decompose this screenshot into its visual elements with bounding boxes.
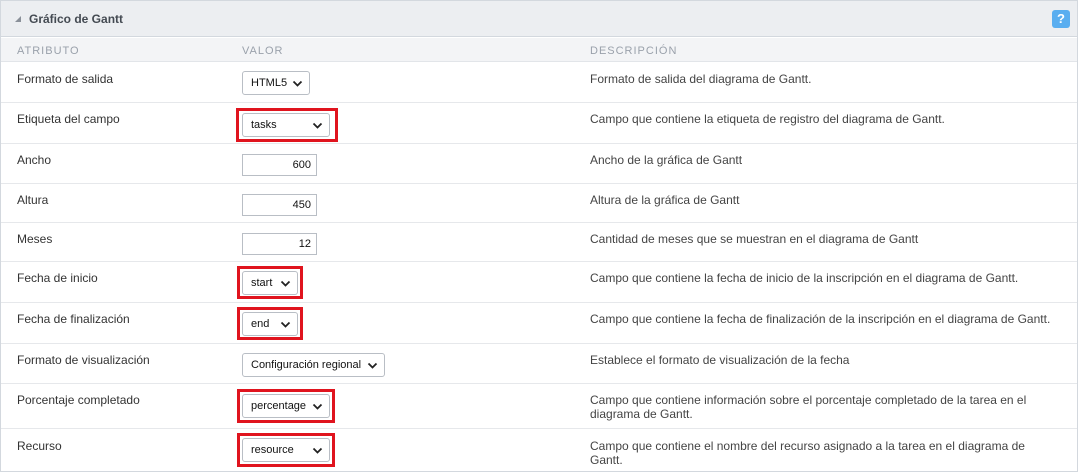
row-label: Recurso	[17, 439, 62, 453]
panel-title: Gráfico de Gantt	[29, 12, 124, 26]
row-label: Etiqueta del campo	[17, 112, 120, 126]
resource-select[interactable]: resource	[242, 438, 330, 462]
select-value: HTML5	[251, 77, 288, 89]
row-label: Meses	[17, 232, 53, 246]
row-description: Campo que contiene la etiqueta de regist…	[590, 112, 945, 126]
row-label: Altura	[17, 193, 49, 207]
chevron-down-icon	[312, 447, 323, 454]
row-description: Formato de salida del diagrama de Gantt.	[590, 72, 812, 86]
output-format-select[interactable]: HTML5	[242, 71, 310, 95]
select-value: start	[251, 277, 273, 289]
chevron-down-icon	[280, 280, 291, 287]
months-input[interactable]: 12	[242, 233, 317, 255]
row-description: Establece el formato de visualización de…	[590, 353, 850, 367]
panel-header[interactable]: Gráfico de Gantt ?	[1, 1, 1077, 37]
row-description: Altura de la gráfica de Gantt	[590, 193, 740, 207]
select-value: percentage	[251, 400, 307, 412]
row-label: Fecha de finalización	[17, 312, 130, 326]
column-header-description: DESCRIPCIÓN	[590, 45, 678, 57]
percent-complete-select[interactable]: percentage	[242, 394, 330, 418]
table-row: Formato de salida HTML5 Formato de salid…	[1, 63, 1077, 103]
table-row: Altura 450 Altura de la gráfica de Gantt	[1, 184, 1077, 223]
chevron-down-icon	[367, 362, 378, 369]
display-format-select[interactable]: Configuración regional	[242, 353, 385, 377]
column-header-attribute: ATRIBUTO	[17, 45, 80, 57]
table-header: ATRIBUTO VALOR DESCRIPCIÓN	[1, 38, 1077, 62]
field-label-select[interactable]: tasks	[242, 113, 330, 137]
row-description: Campo que contiene el nombre del recurso…	[590, 439, 1025, 467]
row-description: Campo que contiene la fecha de finalizac…	[590, 312, 1051, 326]
row-description: Campo que contiene información sobre el …	[590, 393, 1027, 421]
width-input[interactable]: 600	[242, 154, 317, 176]
column-header-value: VALOR	[242, 45, 284, 57]
table-row: Etiqueta del campo tasks Campo que conti…	[1, 103, 1077, 144]
help-icon[interactable]: ?	[1052, 10, 1070, 28]
end-date-select[interactable]: end	[242, 312, 298, 336]
row-description: Cantidad de meses que se muestran en el …	[590, 232, 919, 246]
table-row: Recurso resource Campo que contiene el n…	[1, 429, 1077, 472]
table-row: Porcentaje completado percentage Campo q…	[1, 384, 1077, 429]
table-row: Fecha de inicio start Campo que contiene…	[1, 262, 1077, 303]
chevron-down-icon	[292, 80, 303, 87]
table-row: Ancho 600 Ancho de la gráfica de Gantt	[1, 144, 1077, 184]
start-date-select[interactable]: start	[242, 271, 298, 295]
row-label: Formato de visualización	[17, 353, 150, 367]
select-value: Configuración regional	[251, 359, 362, 371]
chevron-down-icon	[312, 122, 323, 129]
row-label: Fecha de inicio	[17, 271, 98, 285]
height-input[interactable]: 450	[242, 194, 317, 216]
select-value: resource	[251, 444, 294, 456]
table-row: Formato de visualización Configuración r…	[1, 344, 1077, 384]
select-value: tasks	[251, 119, 277, 131]
row-label: Porcentaje completado	[17, 393, 140, 407]
table-row: Meses 12 Cantidad de meses que se muestr…	[1, 223, 1077, 262]
row-description: Ancho de la gráfica de Gantt	[590, 153, 743, 167]
collapse-caret-icon[interactable]	[15, 16, 21, 22]
select-value: end	[251, 318, 270, 330]
row-label: Formato de salida	[17, 72, 114, 86]
chevron-down-icon	[280, 321, 291, 328]
row-label: Ancho	[17, 153, 52, 167]
row-description: Campo que contiene la fecha de inicio de…	[590, 271, 1019, 285]
chevron-down-icon	[312, 403, 323, 410]
gantt-settings-panel: Gráfico de Gantt ? ATRIBUTO VALOR DESCRI…	[0, 0, 1078, 472]
table-row: Fecha de finalización end Campo que cont…	[1, 303, 1077, 344]
